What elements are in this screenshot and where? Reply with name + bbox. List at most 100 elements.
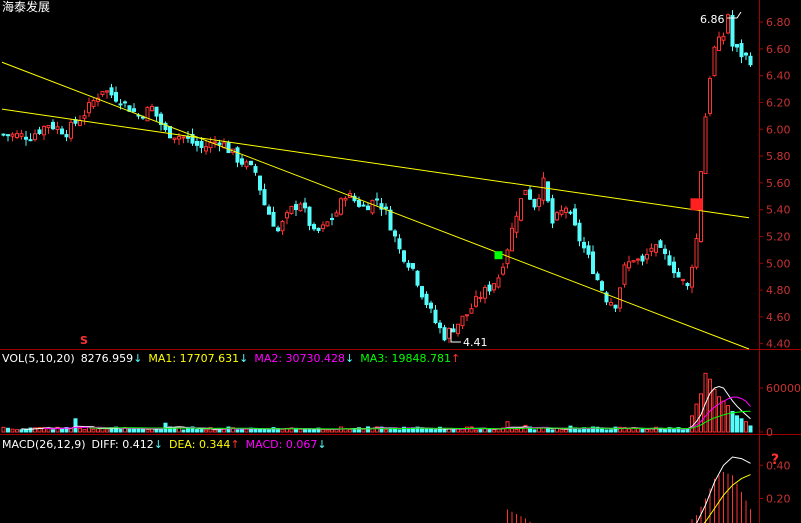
candle-body bbox=[303, 202, 307, 209]
candle-body bbox=[541, 177, 546, 201]
volume-bar bbox=[15, 429, 19, 433]
volume-bar bbox=[456, 428, 460, 433]
candle-body bbox=[438, 322, 442, 329]
stock-title: 海泰发展 bbox=[2, 0, 50, 14]
macd-title: MACD(26,12,9) bbox=[2, 438, 86, 451]
vol-title: VOL(5,10,20) bbox=[2, 352, 75, 365]
candle-body bbox=[334, 212, 339, 217]
macd-tick-label: 0.20 bbox=[766, 492, 791, 505]
volume-bar bbox=[712, 388, 717, 433]
volume-bar bbox=[717, 396, 721, 433]
volume-bar bbox=[645, 428, 649, 433]
candle-body bbox=[285, 212, 289, 219]
volume-bar bbox=[613, 426, 618, 433]
volume-bar bbox=[361, 428, 366, 433]
volume-bar bbox=[451, 429, 456, 433]
trendline bbox=[1, 61, 750, 350]
vol-ma3-arrow: ↑ bbox=[451, 352, 460, 365]
volume-bar bbox=[384, 429, 388, 433]
candle-body bbox=[177, 136, 181, 140]
candle-body bbox=[424, 293, 429, 306]
vol-value-arrow: ↓ bbox=[133, 352, 142, 365]
candle-body bbox=[613, 304, 618, 309]
candle-body bbox=[114, 92, 118, 102]
candle-body bbox=[46, 124, 51, 129]
candle-body bbox=[370, 199, 375, 214]
price-tick-label: 5.20 bbox=[766, 230, 791, 243]
candle-body bbox=[262, 189, 267, 206]
macd-value-arrow: ↓ bbox=[317, 438, 326, 451]
volume-bar bbox=[550, 429, 555, 433]
candle-body bbox=[217, 142, 222, 146]
volume-bar bbox=[559, 429, 564, 433]
price-axis: 6.80 6.60 6.40 6.20 6.00 5.80 5.60 5.40 5.20 5.00… bbox=[759, 16, 791, 351]
vol-value: 8276.959 bbox=[81, 352, 134, 365]
volume-bar bbox=[433, 429, 438, 433]
volume-bar bbox=[397, 429, 402, 433]
volume-bar bbox=[136, 428, 141, 433]
volume-bar bbox=[262, 428, 267, 433]
volume-bar bbox=[267, 429, 271, 433]
candle-body bbox=[244, 161, 249, 168]
volume-bar bbox=[19, 429, 24, 433]
candle-body bbox=[339, 198, 343, 215]
candle-body bbox=[469, 308, 474, 314]
candle-body bbox=[51, 121, 55, 130]
candle-body bbox=[456, 323, 460, 335]
volume-bar bbox=[10, 428, 15, 433]
candle-body bbox=[645, 253, 649, 260]
volume-bar bbox=[478, 428, 483, 433]
volume-bar bbox=[487, 428, 492, 433]
candle-body bbox=[321, 224, 325, 230]
vol-ma2-arrow: ↓ bbox=[345, 352, 354, 365]
volume-bar bbox=[312, 428, 316, 433]
candle-body bbox=[420, 286, 424, 298]
candle-body bbox=[559, 209, 564, 215]
volume-bar bbox=[694, 403, 699, 433]
volume-bar bbox=[726, 405, 730, 433]
candle-body bbox=[717, 36, 721, 52]
candle-body bbox=[87, 102, 91, 114]
candle-body bbox=[325, 221, 330, 227]
volume-bar bbox=[91, 428, 96, 433]
candle-body bbox=[415, 270, 420, 286]
volume-bar bbox=[51, 429, 55, 433]
volume-bars bbox=[1, 372, 753, 433]
volume-bar bbox=[240, 428, 244, 433]
candle-body bbox=[100, 91, 105, 95]
candle-body bbox=[235, 147, 240, 163]
candle-body bbox=[703, 116, 708, 175]
candle-body bbox=[555, 212, 559, 221]
candle-body bbox=[91, 100, 96, 107]
volume-bar bbox=[744, 421, 748, 433]
volume-bar bbox=[609, 429, 613, 433]
price-tick-label: 6.20 bbox=[766, 96, 791, 109]
stock-chart: 6.80 6.60 6.40 6.20 6.00 5.80 5.60 5.40 5.20 5.00… bbox=[0, 0, 801, 523]
candle-body bbox=[10, 133, 15, 137]
vol-ma1-line bbox=[21, 385, 751, 430]
candle-body bbox=[735, 44, 739, 48]
volume-bar bbox=[636, 428, 640, 433]
trendlines bbox=[1, 61, 750, 350]
candle-body bbox=[622, 264, 627, 285]
s-marker: S bbox=[80, 334, 88, 347]
candle-body bbox=[24, 136, 28, 140]
candle-body bbox=[33, 133, 37, 141]
price-tick-label: 4.80 bbox=[766, 284, 791, 297]
candle-body bbox=[361, 204, 366, 207]
candle-body bbox=[546, 181, 550, 202]
signal-markers bbox=[494, 198, 703, 260]
candle-body bbox=[564, 207, 568, 213]
volume-bar bbox=[474, 429, 478, 433]
candle-body bbox=[627, 261, 631, 269]
low-price-label: 4.41 bbox=[463, 336, 488, 349]
candle-body bbox=[393, 230, 397, 237]
candle-body bbox=[676, 271, 681, 278]
vol-ma2-line bbox=[44, 396, 751, 430]
volume-bar bbox=[505, 421, 510, 433]
candle-body bbox=[181, 136, 186, 139]
volume-bar bbox=[739, 418, 744, 433]
volume-bar bbox=[424, 427, 429, 433]
volume-bar bbox=[1, 426, 6, 433]
candle-body bbox=[537, 198, 541, 207]
